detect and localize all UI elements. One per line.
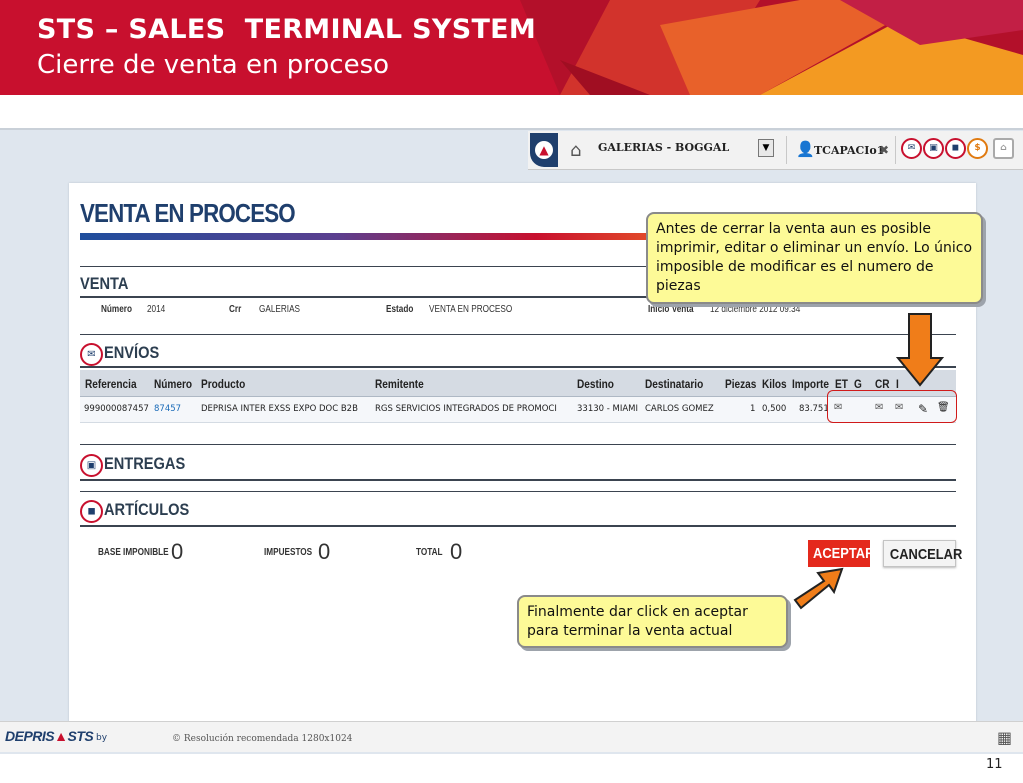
- title-gradient-bar: [80, 233, 650, 240]
- slide-subtitle: Cierre de venta en proceso: [37, 50, 390, 80]
- col-et: ET: [835, 377, 848, 391]
- callout-accept-note: Finalmente dar click en aceptar para ter…: [517, 595, 788, 648]
- page-title: VENTA EN PROCESO: [80, 198, 296, 228]
- col-destinatario: Destinatario: [645, 377, 704, 391]
- numero-label: Número: [101, 304, 132, 315]
- articulos-section-title: ARTÍCULOS: [104, 500, 190, 519]
- cell-referencia: 999000087457: [84, 404, 149, 414]
- down-arrow-icon: [895, 313, 945, 387]
- crr-value: GALERIAS: [259, 304, 301, 315]
- col-referencia: Referencia: [85, 377, 137, 391]
- deprisa-logo-icon: ▲: [535, 141, 553, 159]
- user-name: TCAPACIo1: [814, 144, 885, 157]
- footer-logo: DEPRIS▲STS: [5, 728, 94, 744]
- footer-resolution-note: © Resolución recomendada 1280x1024: [172, 734, 353, 744]
- impuestos-label: IMPUESTOS: [264, 547, 313, 558]
- cancel-button-label: CANCELAR: [889, 546, 963, 563]
- col-kilos: Kilos: [762, 377, 787, 391]
- col-importe: Importe: [792, 377, 829, 391]
- logout-close-icon[interactable]: ✖: [879, 143, 889, 157]
- envios-section-title: ENVÍOS: [104, 343, 160, 362]
- topbar-divider: [895, 136, 896, 164]
- diagonal-arrow-icon: [793, 567, 844, 610]
- cell-remitente: RGS SERVICIOS INTEGRADOS DE PROMOCI: [375, 404, 557, 414]
- col-remitente: Remitente: [375, 377, 424, 391]
- store-selector[interactable]: GALERIAS - BOGGAL: [598, 141, 729, 154]
- slide-page-number: 11: [986, 757, 1003, 772]
- accept-button-label: ACEPTAR: [812, 545, 875, 562]
- footer-by: by: [96, 733, 108, 743]
- base-imponible-value: 0: [171, 539, 184, 564]
- estado-label: Estado: [386, 304, 414, 315]
- topbar-divider: [786, 136, 787, 164]
- envelope-icon: ✉: [80, 343, 103, 366]
- actions-highlight-box: [827, 390, 957, 423]
- col-numero: Número: [154, 377, 193, 391]
- store-icon: ⌂: [570, 140, 582, 161]
- estado-value: VENTA EN PROCESO: [429, 304, 513, 315]
- accept-button[interactable]: ACEPTAR: [808, 540, 874, 567]
- cell-numero-link[interactable]: 87457: [154, 404, 181, 414]
- base-imponible-label: BASE IMPONIBLE: [98, 547, 169, 558]
- col-destino: Destino: [577, 377, 614, 391]
- box-icon: ▣: [80, 454, 103, 477]
- section-divider: [80, 366, 956, 368]
- section-divider: [80, 491, 956, 492]
- slide-title: STS – SALES TERMINAL SYSTEM: [37, 14, 537, 45]
- cell-destino: 33130 - MIAMI: [577, 404, 639, 414]
- col-g: G: [854, 377, 862, 391]
- lock-icon[interactable]: ⌂: [993, 138, 1014, 159]
- section-divider: [80, 444, 956, 445]
- total-value: 0: [450, 539, 463, 564]
- app-logo[interactable]: ▲: [530, 133, 558, 167]
- numero-value: 2014: [147, 304, 166, 315]
- cell-piezas: 1: [750, 404, 756, 414]
- envelope-icon[interactable]: ✉: [901, 138, 922, 159]
- col-piezas: Piezas: [725, 377, 757, 391]
- inicio-value: 12 diciembre 2012 09:34: [710, 304, 801, 315]
- col-producto: Producto: [201, 377, 246, 391]
- cell-producto: DEPRISA INTER EXSS EXPO DOC B2B: [201, 404, 358, 414]
- entregas-section-title: ENTREGAS: [104, 454, 186, 473]
- venta-section-title: VENTA: [80, 274, 129, 293]
- cell-destinatario: CARLOS GOMEZ: [645, 404, 714, 414]
- apps-grid-icon[interactable]: ▦: [997, 728, 1012, 747]
- store-dropdown-button[interactable]: ▼: [758, 139, 774, 157]
- cancel-button[interactable]: CANCELAR: [883, 540, 962, 567]
- cell-importe: 83.751: [799, 404, 829, 414]
- callout-edit-note: Antes de cerrar la venta aun es posible …: [646, 212, 983, 304]
- col-cr: CR: [875, 377, 890, 391]
- section-divider: [80, 525, 956, 527]
- app-footer: [0, 721, 1023, 752]
- dollar-icon[interactable]: $: [967, 138, 988, 159]
- section-divider: [80, 334, 956, 335]
- box-icon[interactable]: ▣: [923, 138, 944, 159]
- total-label: TOTAL: [416, 547, 443, 558]
- inicio-label: Inicio Venta: [648, 304, 694, 315]
- bag-icon[interactable]: ◼: [945, 138, 966, 159]
- impuestos-value: 0: [318, 539, 331, 564]
- cell-kilos: 0,500: [762, 404, 787, 414]
- section-divider: [80, 479, 956, 481]
- crr-label: Crr: [229, 304, 242, 315]
- user-icon: 👤: [796, 140, 815, 158]
- bag-icon: ◼: [80, 500, 103, 523]
